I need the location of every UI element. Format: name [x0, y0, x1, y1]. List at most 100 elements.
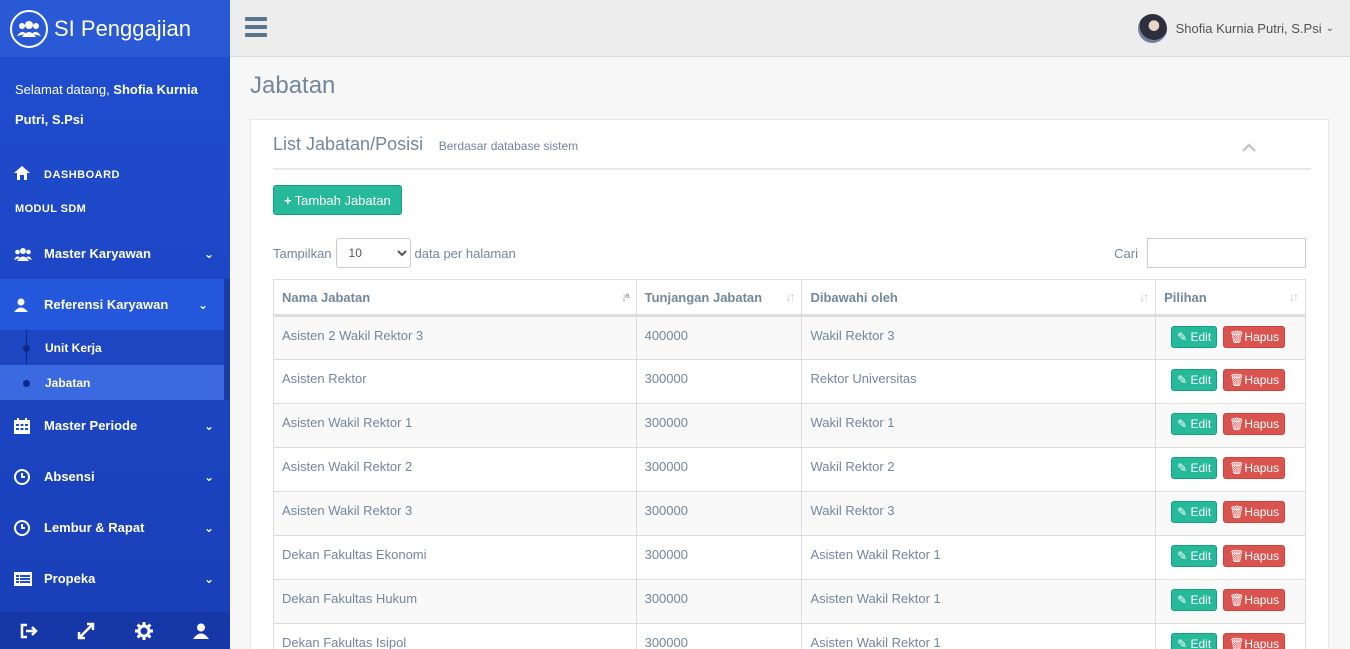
delete-button[interactable]: 🗑Hapus — [1223, 545, 1286, 567]
column-header-dibawahi[interactable]: Dibawahi oleh ↓↑ — [801, 279, 1157, 317]
cell-tunjangan: 300000 — [635, 579, 803, 624]
sidebar-footer — [0, 612, 230, 649]
sidebar-item-label: Lembur & Rapat — [44, 520, 145, 535]
edit-label: Edit — [1190, 505, 1212, 519]
pencil-icon: ✎ — [1177, 417, 1188, 431]
edit-button[interactable]: ✎ Edit — [1171, 413, 1218, 435]
content-panel: List Jabatan/Posisi Berdasar database si… — [250, 119, 1329, 649]
sidebar-item-referensi-karyawan[interactable]: Referensi Karyawan ⌄ — [0, 279, 230, 330]
users-icon — [10, 9, 48, 48]
cell-tunjangan: 400000 — [635, 315, 803, 360]
welcome-prefix: Selamat datang, — [15, 82, 114, 97]
edit-label: Edit — [1190, 461, 1212, 475]
dashboard-label: DASHBOARD — [44, 169, 120, 181]
chevron-down-icon: ⌄ — [203, 246, 214, 261]
column-header-pilihan[interactable]: Pilihan ↓↑ — [1155, 279, 1306, 317]
table-icon — [14, 571, 44, 586]
clock-icon — [14, 519, 44, 536]
sidebar-subitem-unit-kerja[interactable]: Unit Kerja — [0, 330, 224, 365]
trash-icon: 🗑 — [1229, 505, 1245, 519]
cell-actions: ✎ Edit 🗑Hapus — [1155, 403, 1306, 448]
delete-label: Hapus — [1244, 417, 1280, 431]
trash-icon: 🗑 — [1229, 461, 1245, 475]
user-menu[interactable]: Shofia Kurnia Putri, S.Psi ⌄ — [1137, 14, 1334, 43]
delete-label: Hapus — [1244, 549, 1280, 563]
table-row: Asisten 2 Wakil Rektor 3 400000 Wakil Rekt… — [273, 315, 1306, 360]
pencil-icon: ✎ — [1177, 373, 1188, 387]
cell-dibawahi: Asisten Wakil Rektor 1 — [801, 579, 1157, 624]
sidebar-item-label: Master Periode — [44, 418, 138, 433]
cell-dibawahi: Asisten Wakil Rektor 1 — [801, 535, 1157, 580]
length-prefix: Tampilkan — [273, 245, 332, 261]
delete-button[interactable]: 🗑Hapus — [1223, 589, 1286, 611]
table-row: Asisten Wakil Rektor 1 300000 Wakil Rektor… — [273, 403, 1306, 448]
cell-dibawahi: Rektor Universitas — [801, 359, 1157, 404]
delete-button[interactable]: 🗑Hapus — [1223, 413, 1286, 435]
chevron-down-icon: ⌄ — [1325, 23, 1334, 34]
brand[interactable]: SI Penggajian — [0, 0, 230, 57]
menu-toggle-icon[interactable] — [245, 17, 267, 37]
edit-button[interactable]: ✎ Edit — [1171, 589, 1218, 611]
delete-button[interactable]: 🗑Hapus — [1223, 369, 1286, 391]
cell-nama-jabatan: Asisten Wakil Rektor 1 — [273, 403, 637, 448]
delete-label: Hapus — [1244, 637, 1280, 649]
delete-label: Hapus — [1244, 373, 1280, 387]
cell-nama-jabatan: Asisten 2 Wakil Rektor 3 — [273, 315, 637, 360]
sidebar-item-master-periode[interactable]: Master Periode ⌄ — [0, 400, 230, 451]
delete-button[interactable]: 🗑Hapus — [1223, 633, 1286, 649]
delete-button[interactable]: 🗑Hapus — [1223, 326, 1286, 348]
clock-icon — [14, 468, 44, 485]
cell-nama-jabatan: Dekan Fakultas Hukum — [273, 579, 637, 624]
edit-label: Edit — [1190, 593, 1212, 607]
column-header-tunjangan[interactable]: Tunjangan Jabatan ↓↑ — [635, 279, 803, 317]
search-input[interactable] — [1147, 238, 1306, 268]
edit-button[interactable]: ✎ Edit — [1171, 633, 1218, 649]
calendar-icon — [14, 417, 44, 434]
sidebar-item-dashboard[interactable]: DASHBOARD — [0, 160, 230, 190]
delete-button[interactable]: 🗑Hapus — [1223, 457, 1286, 479]
user-icon[interactable] — [173, 612, 231, 649]
trash-icon: 🗑 — [1229, 637, 1245, 649]
cell-tunjangan: 300000 — [635, 535, 803, 580]
user-icon — [14, 298, 44, 312]
search-control: Cari — [1114, 238, 1306, 268]
edit-button[interactable]: ✎ Edit — [1171, 457, 1218, 479]
app-title: SI Penggajian — [54, 15, 191, 41]
pencil-icon: ✎ — [1177, 505, 1188, 519]
add-jabatan-button[interactable]: + Tambah Jabatan — [273, 185, 402, 215]
edit-label: Edit — [1190, 330, 1212, 344]
gear-icon[interactable] — [115, 612, 173, 649]
chevron-down-icon: ⌄ — [197, 297, 208, 312]
sidebar-item-propeka[interactable]: Propeka ⌄ — [0, 553, 230, 604]
column-header-nama[interactable]: Nama Jabatan ↓ᵃ — [273, 279, 637, 317]
edit-button[interactable]: ✎ Edit — [1171, 369, 1218, 391]
cell-dibawahi: Wakil Rektor 2 — [801, 447, 1157, 492]
jabatan-table: Nama Jabatan ↓ᵃ Tunjangan Jabatan ↓↑ Dibaw… — [273, 279, 1306, 649]
cell-tunjangan: 300000 — [635, 623, 803, 649]
sidebar-item-absensi[interactable]: Absensi ⌄ — [0, 451, 230, 502]
trash-icon: 🗑 — [1229, 373, 1245, 387]
cell-actions: ✎ Edit 🗑Hapus — [1155, 579, 1306, 624]
edit-button[interactable]: ✎ Edit — [1171, 501, 1218, 523]
edit-button[interactable]: ✎ Edit — [1171, 326, 1218, 348]
pencil-icon: ✎ — [1177, 637, 1188, 649]
delete-button[interactable]: 🗑Hapus — [1223, 501, 1286, 523]
edit-button[interactable]: ✎ Edit — [1171, 545, 1218, 567]
cell-dibawahi: Asisten Wakil Rektor 1 — [801, 623, 1157, 649]
fullscreen-icon[interactable] — [58, 612, 116, 649]
sidebar-subitem-jabatan[interactable]: Jabatan — [0, 365, 224, 400]
sort-asc-icon: ↓ᵃ — [621, 290, 629, 304]
chevron-up-icon[interactable] — [1242, 139, 1256, 155]
panel-subtitle: Berdasar database sistem — [438, 139, 579, 153]
sidebar-item-master-karyawan[interactable]: Master Karyawan ⌄ — [0, 228, 230, 279]
avatar — [1137, 14, 1167, 43]
cell-dibawahi: Wakil Rektor 1 — [801, 403, 1157, 448]
sort-icon: ↓↑ — [1289, 290, 1299, 304]
page-length-select[interactable]: 10 — [335, 238, 411, 268]
logout-icon[interactable] — [0, 612, 58, 649]
trash-icon: 🗑 — [1229, 549, 1245, 563]
sidebar-item-lembur-rapat[interactable]: Lembur & Rapat ⌄ — [0, 502, 230, 553]
pencil-icon: ✎ — [1177, 593, 1188, 607]
cell-dibawahi: Wakil Rektor 3 — [801, 315, 1157, 360]
edit-label: Edit — [1190, 549, 1212, 563]
